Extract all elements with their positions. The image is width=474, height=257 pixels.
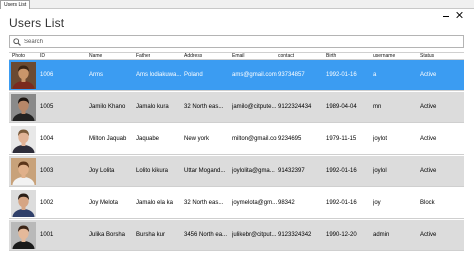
cell-id: 1002: [40, 200, 54, 206]
cell-username: a: [373, 72, 377, 78]
cell-status: Active: [420, 104, 437, 110]
cell-name: Jamilo Khano: [89, 104, 126, 110]
cell-id: 1004: [40, 136, 54, 142]
user-photo: [11, 222, 36, 249]
tab-strip: Users List: [0, 0, 474, 9]
close-icon[interactable]: [456, 11, 464, 19]
cell-status: Active: [420, 136, 437, 142]
cell-name: Joy Melota: [89, 200, 119, 206]
cell-email: milton@gmail.com: [232, 136, 277, 142]
cell-birth: 1992-01-16: [326, 72, 357, 78]
header-username[interactable]: username: [373, 53, 395, 60]
header-address[interactable]: Address: [184, 53, 202, 60]
cell-address: 3456 North ea...: [184, 232, 228, 238]
table-row[interactable]: 1001 Julika Borsha Bursha kur 3456 North ea…: [9, 220, 464, 251]
cell-contact: 93734857: [278, 72, 305, 78]
search-input[interactable]: [24, 36, 454, 47]
table-row[interactable]: 1002 Joy Melota Jamalo ela ka 32 North eas.…: [9, 188, 464, 219]
cell-father: Jamalo kura: [136, 104, 169, 110]
cell-contact: 98342: [278, 200, 295, 206]
cell-name: Joy Lolita: [89, 168, 115, 174]
header-birth[interactable]: Birth: [326, 53, 336, 60]
cell-email: joymelota@gm...: [232, 200, 277, 206]
header-name[interactable]: Name: [89, 53, 102, 60]
cell-contact: 91432397: [278, 168, 305, 174]
page-title: Users List: [9, 16, 65, 30]
cell-birth: 1979-11-15: [326, 136, 357, 142]
cell-status: Block: [420, 200, 435, 206]
table-row[interactable]: 1006 Arms Ams lodiakuwa... Poland ams@gmail.…: [9, 60, 464, 91]
cell-birth: 1989-04-04: [326, 104, 357, 110]
cell-address: Poland: [184, 72, 203, 78]
cell-email: ams@gmail.com: [232, 72, 277, 78]
user-photo: [11, 126, 36, 153]
cell-contact: 9123324342: [278, 232, 312, 238]
cell-father: Jaquabe: [136, 136, 160, 142]
cell-contact: 9122324434: [278, 104, 312, 110]
users-table: Photo ID Name Father Address Email conta…: [9, 52, 464, 252]
cell-name: Arms: [89, 72, 103, 78]
cell-email: julikebr@citput...: [232, 232, 277, 238]
window-controls: [442, 10, 464, 20]
cell-id: 1005: [40, 104, 54, 110]
cell-address: New york: [184, 136, 210, 142]
cell-id: 1001: [40, 232, 54, 238]
cell-address: 32 North eas...: [184, 200, 224, 206]
cell-email: jamilo@citpute...: [232, 104, 277, 110]
tab-users-list[interactable]: Users List: [0, 0, 31, 9]
table-header: Photo ID Name Father Address Email conta…: [9, 52, 464, 60]
table-row[interactable]: 1003 Joy Lolita Lolito kikura Uttar Mogand.…: [9, 156, 464, 187]
header-contact[interactable]: contact: [278, 53, 294, 60]
cell-father: Lolito kikura: [136, 168, 169, 174]
header-father[interactable]: Father: [136, 53, 150, 60]
cell-email: joylolita@gma...: [232, 168, 275, 174]
minimize-icon[interactable]: [442, 11, 450, 19]
table-row[interactable]: 1004 Milton Jaquab Jaquabe New york milton@g…: [9, 124, 464, 155]
cell-father: Bursha kur: [136, 232, 166, 238]
user-photo: [11, 190, 36, 217]
search-icon: [13, 38, 21, 46]
cell-birth: 1992-01-16: [326, 168, 357, 174]
header-photo[interactable]: Photo: [12, 53, 25, 60]
header-email[interactable]: Email: [232, 53, 245, 60]
search-box[interactable]: [9, 35, 464, 48]
cell-father: Ams lodiakuwa...: [136, 72, 182, 78]
cell-address: 32 North eas...: [184, 104, 224, 110]
cell-birth: 1990-12-20: [326, 232, 357, 238]
cell-contact: 9234695: [278, 136, 302, 142]
cell-username: joylol: [373, 168, 387, 174]
header-id[interactable]: ID: [40, 53, 45, 60]
cell-id: 1006: [40, 72, 54, 78]
cell-status: Active: [420, 168, 437, 174]
user-photo: [11, 62, 36, 89]
cell-username: mn: [373, 104, 382, 110]
cell-username: admin: [373, 232, 390, 238]
cell-birth: 1992-01-16: [326, 200, 357, 206]
cell-status: Active: [420, 232, 437, 238]
user-photo: [11, 158, 36, 185]
cell-father: Jamalo ela ka: [136, 200, 174, 206]
table-row[interactable]: 1005 Jamilo Khano Jamalo kura 32 North eas.…: [9, 92, 464, 123]
cell-address: Uttar Mogand...: [184, 168, 226, 174]
cell-id: 1003: [40, 168, 54, 174]
header-status[interactable]: Status: [420, 53, 434, 60]
cell-name: Milton Jaquab: [89, 136, 127, 142]
user-photo: [11, 94, 36, 121]
cell-username: joylot: [373, 136, 388, 142]
cell-name: Julika Borsha: [89, 232, 126, 238]
cell-username: joy: [373, 200, 381, 206]
cell-status: Active: [420, 72, 437, 78]
